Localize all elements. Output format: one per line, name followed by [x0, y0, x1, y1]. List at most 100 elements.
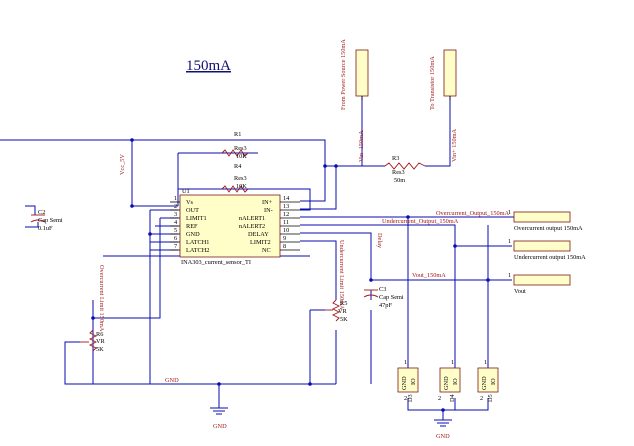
port-vout-label: Vout	[514, 288, 526, 295]
resistor-r1: R1 Res3 10K	[221, 131, 249, 160]
ic-right-pin-num: 8	[283, 243, 286, 250]
connector-num-top: 1	[484, 359, 487, 366]
port-undercurrent: 1 Undercurrent output 150mA	[508, 238, 586, 261]
r6-value: 5K	[96, 346, 104, 353]
ic-right-pin-name: LIMIT2	[250, 239, 271, 246]
c3-value: 47pF	[379, 302, 392, 309]
port-vout-pin: 1	[508, 272, 511, 279]
ic-u1: U1 INA303_current_sensor_TI Vs 1 OUT 2 L…	[170, 188, 300, 266]
ground-symbol-right: GND	[434, 419, 452, 440]
schematic-sheet: 150mA From Power Source 150mA To Transis…	[0, 39, 586, 440]
port-overcurrent-label: Overcurrent output 150mA	[514, 225, 583, 232]
ic-left-pin-name: LATCH2	[186, 247, 209, 254]
port-undercurrent-label: Undercurrent output 150mA	[514, 254, 586, 261]
ic-right-pin-num: 14	[283, 195, 290, 202]
ic-left-pin-name: LIMIT1	[186, 215, 207, 222]
ic-ref: U1	[182, 188, 190, 195]
r3-value: 50m	[394, 177, 405, 184]
vin-minus-label: Vin- 150mA	[358, 130, 365, 162]
port-overcurrent: 1 Overcurrent output 150mA	[508, 209, 583, 232]
connector-io-pin: IO	[410, 378, 417, 385]
capacitor-c2: C2 Cap Semi 0.1uF	[30, 209, 63, 232]
c3-ref: C3	[379, 286, 386, 293]
vin-plus-label: Vin+ 150mA	[451, 128, 458, 162]
ic-right-pin-name: NC	[262, 247, 271, 254]
net-label-vout: Vout_150mA	[412, 272, 446, 279]
resistor-r4: R4 Res3 10K	[221, 163, 249, 193]
ic-right-pin-name: DELAY	[248, 231, 269, 238]
ic-right-pin-name: IN-	[264, 207, 273, 214]
wires	[0, 96, 514, 420]
connector-num-bottom: 2	[404, 395, 407, 402]
r4-type: Res3	[234, 175, 247, 182]
ic-left-pin-name: LATCH1	[186, 239, 209, 246]
wire-conn-gnd	[407, 398, 489, 420]
wire-in-minus	[300, 96, 451, 210]
wire-nalert2	[300, 224, 512, 247]
ic-right-pin-num: 11	[283, 219, 289, 226]
ic-right-pin-num: 12	[283, 211, 289, 218]
ic-right-pin-name: nALERT1	[239, 215, 265, 222]
port-to-transistor: To Transistor 150mA	[429, 49, 457, 110]
wire-r5	[309, 309, 337, 384]
port-undercurrent-pin: 1	[508, 238, 511, 245]
r3-type: Res3	[392, 169, 405, 176]
net-label-vcc: Vcc_5V	[119, 154, 126, 175]
connector-gnd-pin: GND	[401, 376, 408, 390]
ground-symbol-left: GND	[210, 407, 228, 430]
connector-num-bottom: 2	[480, 395, 483, 402]
ic-left-pin-num: 1	[174, 195, 177, 202]
c2-type: Cap Semi	[38, 217, 63, 224]
r1-type: Res3	[234, 145, 247, 152]
connector-io-pin: IO	[452, 378, 459, 385]
ic-left-pin-name: REF	[186, 223, 198, 230]
ic-left-pin-num: 3	[174, 211, 177, 218]
r6-ref: R6	[96, 331, 103, 338]
sheet-title: 150mA	[186, 58, 231, 74]
gnd-label-right: GND	[436, 433, 450, 440]
ic-left-pin-name: Vs	[186, 199, 194, 206]
c3-type: Cap Semi	[379, 294, 404, 301]
wire-in-plus	[300, 96, 363, 202]
connector-ref: D3	[407, 394, 414, 402]
ic-right-pin-num: 13	[283, 203, 289, 210]
connector-ref: D5	[487, 394, 494, 402]
r1-value: 10K	[236, 153, 247, 160]
resistor-r3: R3 Res3 50m	[384, 155, 426, 184]
net-label-overcurrent-limit: Overcurrent Limit 150mA	[98, 265, 105, 332]
ic-left-pin-num: 2	[174, 203, 177, 210]
ic-name: INA303_current_sensor_TI	[181, 259, 251, 266]
net-label-gnd: GND	[165, 377, 179, 384]
ic-right-pin-num: 9	[283, 235, 286, 242]
r4-value: 10K	[236, 183, 247, 190]
resistor-r5: R5 VR 5K	[325, 299, 348, 323]
connector-num-top: 1	[404, 359, 407, 366]
capacitor-c3: C3 Cap Semi 47pF	[363, 286, 404, 309]
ic-left-pin-name: OUT	[186, 207, 199, 214]
ic-left-pin-num: 7	[174, 243, 177, 250]
connector-ref: D4	[449, 393, 456, 402]
wire-limit2	[300, 240, 337, 300]
ic-left-pin-num: 4	[174, 219, 178, 226]
ic-left-pin-num: 5	[174, 227, 177, 234]
wire-c2	[25, 205, 39, 228]
net-label-undercurrent: Undercurrent_Output_150mA	[382, 218, 459, 225]
connector-gnd-pin: GND	[481, 376, 488, 390]
ic-left-pin-num: 6	[174, 235, 177, 242]
r5-value: 5K	[340, 316, 348, 323]
connector-gnd-pin: GND	[443, 376, 450, 390]
wire-r6	[64, 318, 94, 385]
r4-ref: R4	[234, 163, 242, 170]
connector-num-bottom: 2	[438, 395, 441, 402]
ic-left-pin-name: GND	[186, 231, 200, 238]
ic-right-pin-name: IN+	[262, 199, 273, 206]
c2-ref: C2	[38, 209, 45, 216]
r5-type: VR	[338, 308, 348, 315]
net-label-delay: Delay	[376, 233, 383, 249]
connector-d4: GND IO D4 1 2	[438, 359, 461, 402]
connector-num-top: 1	[451, 359, 454, 366]
gnd-label-left: GND	[213, 423, 227, 430]
port-from-power-source-label: From Power Source 150mA	[340, 39, 347, 110]
r1-ref: R1	[234, 131, 241, 138]
port-vout: 1 Vout	[508, 272, 571, 295]
